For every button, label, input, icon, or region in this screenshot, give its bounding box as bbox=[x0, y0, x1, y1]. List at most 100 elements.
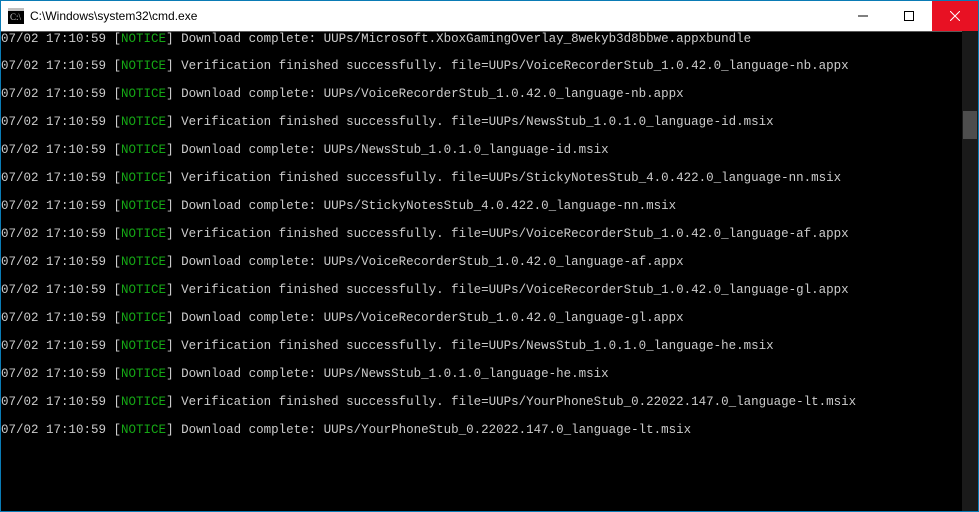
log-timestamp: 07/02 17:10:59 bbox=[1, 87, 106, 101]
log-timestamp: 07/02 17:10:59 bbox=[1, 255, 106, 269]
bracket-open: [ bbox=[106, 367, 121, 381]
console-line: 07/02 17:10:59 [NOTICE] Verification fin… bbox=[1, 59, 962, 73]
bracket-close: ] bbox=[166, 199, 181, 213]
console-output[interactable]: 07/02 17:10:59 [NOTICE] Download complet… bbox=[1, 31, 962, 511]
titlebar[interactable]: C:\ C:\Windows\system32\cmd.exe bbox=[1, 1, 978, 31]
log-timestamp: 07/02 17:10:59 bbox=[1, 143, 106, 157]
bracket-close: ] bbox=[166, 227, 181, 241]
close-button[interactable] bbox=[932, 1, 978, 31]
log-message: Download complete: UUPs/VoiceRecorderStu… bbox=[181, 311, 684, 325]
log-timestamp: 07/02 17:10:59 bbox=[1, 283, 106, 297]
log-timestamp: 07/02 17:10:59 bbox=[1, 395, 106, 409]
window-title: C:\Windows\system32\cmd.exe bbox=[30, 9, 840, 23]
bracket-open: [ bbox=[106, 199, 121, 213]
log-timestamp: 07/02 17:10:59 bbox=[1, 227, 106, 241]
console-line: 07/02 17:10:59 [NOTICE] Download complet… bbox=[1, 423, 962, 437]
console-line bbox=[1, 269, 962, 283]
log-message: Verification finished successfully. file… bbox=[181, 227, 849, 241]
bracket-open: [ bbox=[106, 32, 121, 45]
log-message: Verification finished successfully. file… bbox=[181, 395, 856, 409]
cmd-icon: C:\ bbox=[8, 8, 24, 24]
bracket-open: [ bbox=[106, 87, 121, 101]
log-timestamp: 07/02 17:10:59 bbox=[1, 115, 106, 129]
console-line bbox=[1, 241, 962, 255]
console-line bbox=[1, 381, 962, 395]
log-timestamp: 07/02 17:10:59 bbox=[1, 339, 106, 353]
bracket-close: ] bbox=[166, 339, 181, 353]
bracket-close: ] bbox=[166, 115, 181, 129]
log-timestamp: 07/02 17:10:59 bbox=[1, 32, 106, 45]
log-message: Verification finished successfully. file… bbox=[181, 283, 849, 297]
log-level: NOTICE bbox=[121, 339, 166, 353]
log-timestamp: 07/02 17:10:59 bbox=[1, 171, 106, 185]
window-controls bbox=[840, 1, 978, 31]
log-message: Download complete: UUPs/YourPhoneStub_0.… bbox=[181, 423, 691, 437]
log-level: NOTICE bbox=[121, 283, 166, 297]
console-line bbox=[1, 73, 962, 87]
log-level: NOTICE bbox=[121, 143, 166, 157]
log-timestamp: 07/02 17:10:59 bbox=[1, 199, 106, 213]
console-line: 07/02 17:10:59 [NOTICE] Verification fin… bbox=[1, 227, 962, 241]
bracket-close: ] bbox=[166, 32, 181, 45]
console-line: 07/02 17:10:59 [NOTICE] Verification fin… bbox=[1, 339, 962, 353]
log-message: Download complete: UUPs/VoiceRecorderStu… bbox=[181, 255, 684, 269]
log-level: NOTICE bbox=[121, 311, 166, 325]
console-line: 07/02 17:10:59 [NOTICE] Download complet… bbox=[1, 87, 962, 101]
log-message: Download complete: UUPs/NewsStub_1.0.1.0… bbox=[181, 367, 609, 381]
log-level: NOTICE bbox=[121, 171, 166, 185]
console-line bbox=[1, 353, 962, 367]
bracket-open: [ bbox=[106, 115, 121, 129]
vertical-scrollbar[interactable] bbox=[962, 31, 978, 511]
log-message: Verification finished successfully. file… bbox=[181, 339, 774, 353]
console-line bbox=[1, 185, 962, 199]
console-line: 07/02 17:10:59 [NOTICE] Download complet… bbox=[1, 199, 962, 213]
console-line bbox=[1, 129, 962, 143]
bracket-close: ] bbox=[166, 283, 181, 297]
log-message: Download complete: UUPs/VoiceRecorderStu… bbox=[181, 87, 684, 101]
console-line bbox=[1, 325, 962, 339]
console-line: 07/02 17:10:59 [NOTICE] Download complet… bbox=[1, 367, 962, 381]
console-line bbox=[1, 297, 962, 311]
maximize-button[interactable] bbox=[886, 1, 932, 31]
bracket-open: [ bbox=[106, 143, 121, 157]
bracket-close: ] bbox=[166, 395, 181, 409]
log-message: Download complete: UUPs/Microsoft.XboxGa… bbox=[181, 32, 751, 45]
log-message: Download complete: UUPs/StickyNotesStub_… bbox=[181, 199, 676, 213]
console-line: 07/02 17:10:59 [NOTICE] Verification fin… bbox=[1, 395, 962, 409]
console-line: 07/02 17:10:59 [NOTICE] Verification fin… bbox=[1, 115, 962, 129]
bracket-close: ] bbox=[166, 87, 181, 101]
log-timestamp: 07/02 17:10:59 bbox=[1, 367, 106, 381]
bracket-open: [ bbox=[106, 395, 121, 409]
bracket-open: [ bbox=[106, 311, 121, 325]
bracket-open: [ bbox=[106, 283, 121, 297]
scroll-thumb[interactable] bbox=[963, 111, 977, 139]
minimize-button[interactable] bbox=[840, 1, 886, 31]
console-line: 07/02 17:10:59 [NOTICE] Download complet… bbox=[1, 143, 962, 157]
console-line: 07/02 17:10:59 [NOTICE] Download complet… bbox=[1, 31, 962, 45]
bracket-open: [ bbox=[106, 59, 121, 73]
console-line bbox=[1, 437, 962, 451]
console-line: 07/02 17:10:59 [NOTICE] Download complet… bbox=[1, 255, 962, 269]
log-level: NOTICE bbox=[121, 32, 166, 45]
console-line: 07/02 17:10:59 [NOTICE] Verification fin… bbox=[1, 283, 962, 297]
bracket-close: ] bbox=[166, 143, 181, 157]
bracket-close: ] bbox=[166, 171, 181, 185]
bracket-close: ] bbox=[166, 255, 181, 269]
console-line bbox=[1, 213, 962, 227]
bracket-close: ] bbox=[166, 311, 181, 325]
bracket-close: ] bbox=[166, 423, 181, 437]
console-line bbox=[1, 157, 962, 171]
log-level: NOTICE bbox=[121, 115, 166, 129]
log-timestamp: 07/02 17:10:59 bbox=[1, 59, 106, 73]
log-timestamp: 07/02 17:10:59 bbox=[1, 423, 106, 437]
log-level: NOTICE bbox=[121, 227, 166, 241]
log-level: NOTICE bbox=[121, 199, 166, 213]
console-line bbox=[1, 409, 962, 423]
log-message: Verification finished successfully. file… bbox=[181, 59, 849, 73]
console-area: 07/02 17:10:59 [NOTICE] Download complet… bbox=[1, 31, 978, 511]
console-line bbox=[1, 101, 962, 115]
bracket-open: [ bbox=[106, 227, 121, 241]
bracket-open: [ bbox=[106, 423, 121, 437]
bracket-close: ] bbox=[166, 367, 181, 381]
svg-text:C:\: C:\ bbox=[10, 12, 22, 22]
